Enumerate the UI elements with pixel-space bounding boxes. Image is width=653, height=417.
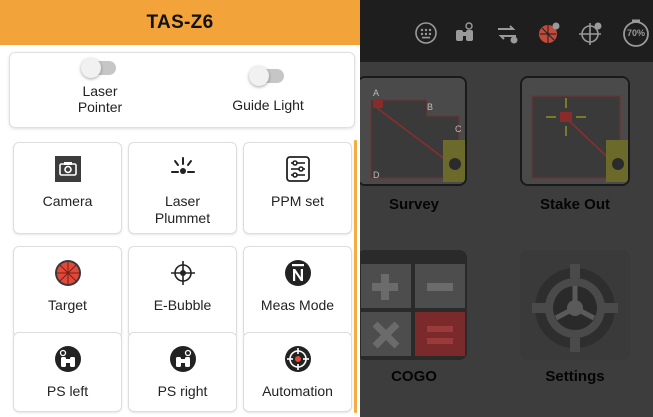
settings-tile[interactable]	[520, 250, 630, 360]
laser-plummet-button[interactable]: Laser Plummet	[128, 142, 237, 234]
settings-label: Settings	[545, 368, 605, 385]
laser-plummet-icon	[169, 155, 197, 183]
meas-mode-label: Meas Mode	[260, 297, 335, 313]
automation-target-icon	[284, 345, 312, 373]
tile-letter-b: B	[427, 102, 434, 112]
crosshair-icon	[169, 259, 197, 287]
tile-letter-a: A	[373, 88, 380, 98]
screen: 70% A B C D Survey Stake Out COGO Settin…	[0, 0, 653, 417]
toggle-card: Laser Pointer Guide Light	[9, 52, 355, 128]
automation-label: Automation	[262, 383, 333, 399]
battery-level: 70%	[626, 28, 645, 38]
target-label: Target	[48, 297, 87, 313]
ppm-set-button[interactable]: PPM set	[243, 142, 352, 234]
switch-knob	[81, 58, 101, 78]
cogo-label: COGO	[391, 368, 437, 385]
laser-pointer-label-line1: Laser	[82, 83, 118, 99]
target-prism-icon	[54, 259, 82, 287]
ps-right-button[interactable]: PS right	[128, 332, 237, 412]
binoculars-icon[interactable]	[452, 20, 478, 46]
laser-pointer-switch[interactable]	[81, 58, 116, 78]
swap-arrows-icon[interactable]	[494, 20, 520, 46]
tools-drawer: TAS-Z6 Laser Pointer Guide Light Camera	[0, 0, 360, 417]
camera-label: Camera	[42, 193, 93, 209]
laser-pointer-label-line2: Pointer	[77, 99, 123, 115]
binoculars-right-icon	[169, 345, 197, 373]
laser-plummet-label-line1: Laser	[164, 193, 200, 209]
scrollbar[interactable]	[354, 140, 357, 413]
automation-button[interactable]: Automation	[243, 332, 352, 412]
drawer-header: TAS-Z6	[0, 0, 360, 45]
switch-knob	[249, 66, 269, 86]
ps-left-button[interactable]: PS left	[13, 332, 122, 412]
ps-left-label: PS left	[46, 383, 89, 399]
stake-out-tile[interactable]	[520, 76, 630, 186]
e-bubble-button[interactable]: E-Bubble	[128, 246, 237, 338]
guide-light-switch[interactable]	[249, 66, 284, 86]
battery-icon: 70%	[621, 18, 651, 48]
n-bar-icon	[284, 259, 312, 287]
camera-icon	[54, 155, 82, 183]
guide-light-toggle-item[interactable]: Guide Light	[218, 66, 318, 113]
crosshair-status-icon[interactable]	[578, 20, 604, 46]
ps-right-label: PS right	[157, 383, 208, 399]
drawer-title: TAS-Z6	[146, 11, 214, 33]
survey-tile[interactable]: A B C D	[357, 76, 467, 186]
target-prism-status-icon[interactable]	[536, 20, 562, 46]
sliders-icon	[284, 155, 312, 183]
keypad-icon[interactable]	[413, 20, 439, 46]
camera-button[interactable]: Camera	[13, 142, 122, 234]
laser-plummet-label: Laser Plummet	[155, 193, 210, 227]
guide-light-label: Guide Light	[232, 97, 304, 113]
laser-pointer-label: Laser Pointer	[78, 83, 122, 115]
tile-letter-c: C	[455, 124, 462, 134]
survey-label: Survey	[388, 196, 440, 213]
target-button[interactable]: Target	[13, 246, 122, 338]
e-bubble-label: E-Bubble	[153, 297, 212, 313]
meas-mode-button[interactable]: Meas Mode	[243, 246, 352, 338]
tile-letter-d: D	[373, 170, 380, 180]
cogo-tile[interactable]	[357, 250, 467, 360]
laser-pointer-toggle-item[interactable]: Laser Pointer	[60, 58, 140, 115]
binoculars-left-icon	[54, 345, 82, 373]
ppm-set-label: PPM set	[271, 193, 324, 209]
laser-plummet-label-line2: Plummet	[154, 210, 211, 226]
stake-out-label: Stake Out	[539, 196, 611, 213]
